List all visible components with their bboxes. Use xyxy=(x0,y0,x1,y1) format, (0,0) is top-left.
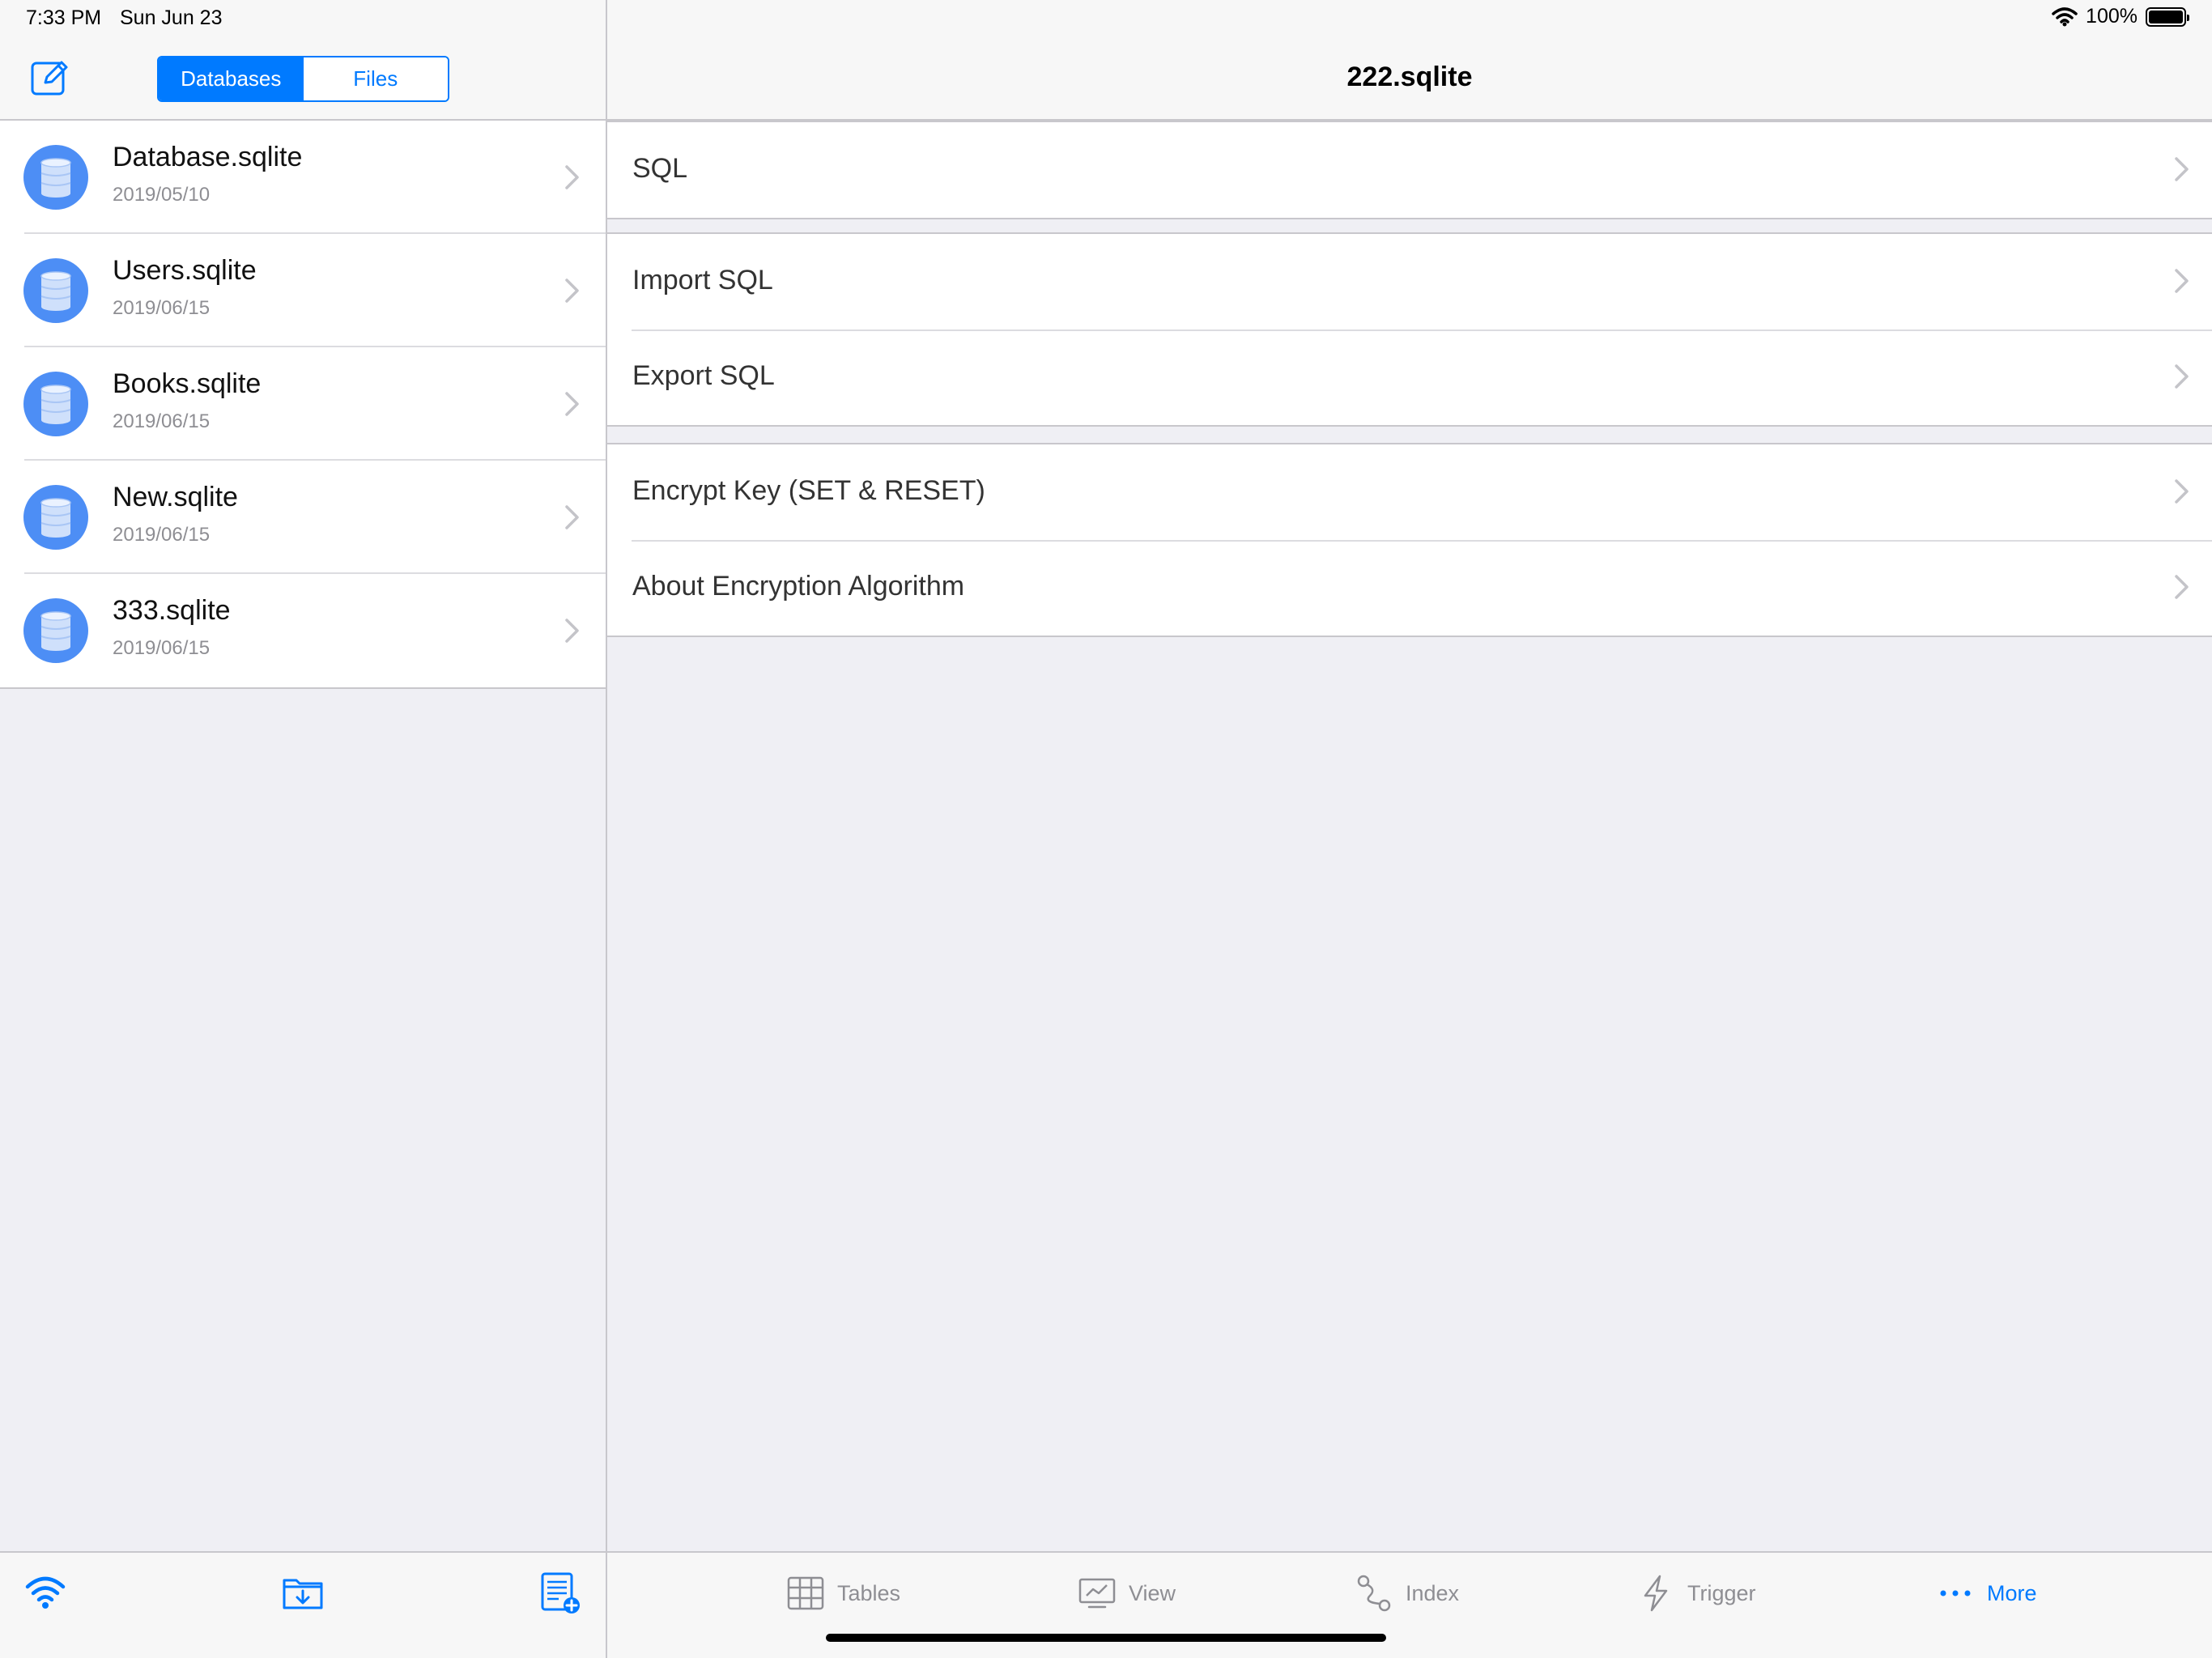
database-date: 2019/05/10 xyxy=(113,184,211,206)
database-list: Database.sqlite 2019/05/10 Users.sqlite … xyxy=(0,121,606,689)
more-icon xyxy=(1940,1590,1971,1596)
chevron-right-icon xyxy=(565,278,579,303)
status-bar: 7:33 PM Sun Jun 23 100% xyxy=(0,0,2212,37)
database-row-users[interactable]: Users.sqlite 2019/06/15 xyxy=(0,234,606,347)
status-time: 7:33 PM xyxy=(26,6,102,29)
segmented-control: Databases Files xyxy=(157,56,449,102)
chevron-right-icon xyxy=(565,505,579,529)
export-sql-cell[interactable]: Export SQL xyxy=(607,329,2212,425)
left-toolbar xyxy=(0,1551,606,1658)
chevron-right-icon xyxy=(565,392,579,416)
database-name: Books.sqlite xyxy=(113,368,262,399)
about-encryption-cell[interactable]: About Encryption Algorithm xyxy=(607,540,2212,636)
tab-label: Trigger xyxy=(1687,1580,1756,1605)
database-icon xyxy=(23,598,88,663)
status-indicators: 100% xyxy=(2052,5,2189,28)
tab-view[interactable]: View xyxy=(1077,1571,1176,1616)
tab-tables[interactable]: Tables xyxy=(785,1571,900,1616)
tab-trigger[interactable]: Trigger xyxy=(1636,1571,1756,1616)
encrypt-key-cell[interactable]: Encrypt Key (SET & RESET) xyxy=(607,444,2212,540)
segment-files[interactable]: Files xyxy=(303,57,448,100)
database-date: 2019/06/15 xyxy=(113,637,211,659)
database-row-database[interactable]: Database.sqlite 2019/05/10 xyxy=(0,121,606,234)
battery-percentage: 100% xyxy=(2086,5,2138,28)
tab-more[interactable]: More xyxy=(1935,1571,2037,1616)
database-name: New.sqlite xyxy=(113,482,238,512)
new-document-icon[interactable] xyxy=(538,1571,583,1616)
screen: Databases Files Database.sqlite 2019/05/… xyxy=(0,0,2212,1658)
status-date: Sun Jun 23 xyxy=(120,6,223,29)
wifi-signal-icon xyxy=(2052,6,2078,26)
tab-index[interactable]: Index xyxy=(1354,1571,1459,1616)
database-name: Database.sqlite xyxy=(113,142,303,172)
trigger-icon xyxy=(1644,1575,1668,1612)
database-row-books[interactable]: Books.sqlite 2019/06/15 xyxy=(0,347,606,461)
sql-cell[interactable]: SQL xyxy=(607,122,2212,218)
cell-label: SQL xyxy=(632,153,688,184)
wifi-icon[interactable] xyxy=(23,1571,68,1616)
database-icon xyxy=(23,258,88,323)
database-row-new[interactable]: New.sqlite 2019/06/15 xyxy=(0,461,606,574)
tab-label: More xyxy=(1987,1580,2037,1605)
index-icon xyxy=(1357,1575,1391,1612)
chevron-right-icon xyxy=(565,165,579,189)
database-icon xyxy=(23,485,88,550)
master-pane: Databases Files Database.sqlite 2019/05/… xyxy=(0,0,607,1658)
database-row-333[interactable]: 333.sqlite 2019/06/15 xyxy=(0,574,606,687)
tab-label: View xyxy=(1129,1580,1176,1605)
home-indicator xyxy=(826,1634,1386,1642)
compose-icon[interactable] xyxy=(29,57,71,99)
database-icon xyxy=(23,372,88,436)
chevron-right-icon xyxy=(2175,269,2189,293)
chevron-right-icon xyxy=(565,619,579,643)
page-title: 222.sqlite xyxy=(1346,62,1473,92)
view-icon xyxy=(1078,1578,1116,1609)
segment-databases[interactable]: Databases xyxy=(159,57,304,100)
database-date: 2019/06/15 xyxy=(113,297,211,319)
database-date: 2019/06/15 xyxy=(113,524,211,546)
cell-label: Import SQL xyxy=(632,265,773,295)
import-folder-icon[interactable] xyxy=(280,1571,325,1616)
battery-icon xyxy=(2146,6,2189,27)
chevron-right-icon xyxy=(2175,364,2189,389)
cell-label: Encrypt Key (SET & RESET) xyxy=(632,475,985,506)
chevron-right-icon xyxy=(2175,157,2189,181)
chevron-right-icon xyxy=(2175,575,2189,599)
sql-group: SQL xyxy=(607,121,2212,219)
import-sql-cell[interactable]: Import SQL xyxy=(607,234,2212,329)
cell-label: About Encryption Algorithm xyxy=(632,571,965,602)
chevron-right-icon xyxy=(2175,479,2189,504)
database-name: Users.sqlite xyxy=(113,255,257,286)
tab-bar: Tables View Index Trigger More xyxy=(607,1551,2212,1658)
database-date: 2019/06/15 xyxy=(113,410,211,432)
table-icon xyxy=(787,1576,824,1610)
encryption-group: Encrypt Key (SET & RESET) About Encrypti… xyxy=(607,443,2212,637)
tab-label: Index xyxy=(1406,1580,1460,1605)
tab-label: Tables xyxy=(837,1580,901,1605)
database-icon xyxy=(23,145,88,210)
cell-label: Export SQL xyxy=(632,360,775,391)
database-name: 333.sqlite xyxy=(113,595,231,626)
detail-pane: 222.sqlite SQL Import SQL Export SQL Enc… xyxy=(607,0,2212,1658)
import-export-group: Import SQL Export SQL xyxy=(607,232,2212,427)
battery-fill xyxy=(2149,10,2183,23)
